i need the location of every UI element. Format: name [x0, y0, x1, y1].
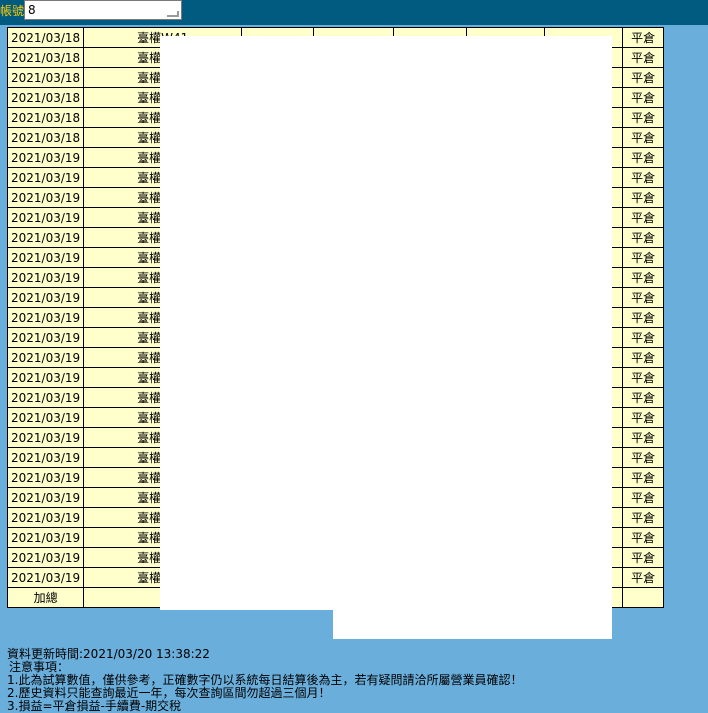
type-cell: 平倉: [622, 527, 665, 548]
type-cell: 平倉: [622, 147, 665, 168]
type-cell: 平倉: [622, 207, 665, 228]
date-cell: 2021/03/19: [6, 447, 85, 468]
type-cell: 平倉: [622, 27, 665, 48]
type-cell: 平倉: [622, 307, 665, 328]
type-cell: 平倉: [622, 407, 665, 428]
type-cell: 平倉: [622, 187, 665, 208]
date-cell: 2021/03/19: [6, 467, 85, 488]
date-cell: 2021/03/19: [6, 507, 85, 528]
type-cell: 平倉: [622, 127, 665, 148]
type-cell: 平倉: [622, 247, 665, 268]
type-cell: 平倉: [622, 567, 665, 588]
total-label: 加總: [6, 587, 85, 608]
type-cell: 平倉: [622, 347, 665, 368]
date-cell: 2021/03/18: [6, 107, 85, 128]
date-cell: 2021/03/19: [6, 427, 85, 448]
account-input[interactable]: 8: [24, 0, 182, 20]
type-cell: 平倉: [622, 167, 665, 188]
date-cell: 2021/03/19: [6, 567, 85, 588]
date-cell: 2021/03/19: [6, 547, 85, 568]
date-cell: 2021/03/18: [6, 87, 85, 108]
update-time: 資料更新時間:2021/03/20 13:38:22: [7, 647, 210, 661]
date-cell: 2021/03/19: [6, 267, 85, 288]
date-cell: 2021/03/19: [6, 187, 85, 208]
date-cell: 2021/03/19: [6, 287, 85, 308]
type-cell: 平倉: [622, 447, 665, 468]
date-cell: 2021/03/19: [6, 167, 85, 188]
note-3: 3.損益=平倉損益-手續費-期交稅: [7, 699, 182, 713]
resize-grip-icon: [167, 11, 179, 17]
date-cell: 2021/03/19: [6, 147, 85, 168]
redaction-block-lower: [333, 608, 612, 639]
account-label: 帳號: [0, 4, 25, 18]
date-cell: 2021/03/19: [6, 527, 85, 548]
type-cell: 平倉: [622, 67, 665, 88]
type-cell: 平倉: [622, 267, 665, 288]
date-cell: 2021/03/19: [6, 387, 85, 408]
date-cell: 2021/03/18: [6, 47, 85, 68]
type-cell: 平倉: [622, 427, 665, 448]
type-cell: 平倉: [622, 47, 665, 68]
date-cell: 2021/03/19: [6, 347, 85, 368]
date-cell: 2021/03/18: [6, 67, 85, 88]
type-cell: 平倉: [622, 227, 665, 248]
type-cell: 平倉: [622, 107, 665, 128]
account-value: 8: [28, 3, 36, 17]
date-cell: 2021/03/19: [6, 247, 85, 268]
top-bar: 帳號 8: [0, 0, 708, 25]
type-cell: 平倉: [622, 507, 665, 528]
type-cell: 平倉: [622, 467, 665, 488]
date-cell: 2021/03/19: [6, 367, 85, 388]
date-cell: 2021/03/19: [6, 227, 85, 248]
date-cell: 2021/03/19: [6, 327, 85, 348]
footer-notes: 資料更新時間:2021/03/20 13:38:22 注意事項： 1.此為試算數…: [7, 648, 707, 713]
total-empty: [622, 587, 665, 608]
type-cell: 平倉: [622, 387, 665, 408]
date-cell: 2021/03/19: [6, 307, 85, 328]
date-cell: 2021/03/19: [6, 487, 85, 508]
type-cell: 平倉: [622, 487, 665, 508]
redaction-block: [160, 36, 612, 610]
date-cell: 2021/03/18: [6, 127, 85, 148]
type-cell: 平倉: [622, 87, 665, 108]
type-cell: 平倉: [622, 367, 665, 388]
type-cell: 平倉: [622, 547, 665, 568]
type-cell: 平倉: [622, 327, 665, 348]
date-cell: 2021/03/19: [6, 207, 85, 228]
type-cell: 平倉: [622, 287, 665, 308]
date-cell: 2021/03/18: [6, 27, 85, 48]
date-cell: 2021/03/19: [6, 407, 85, 428]
